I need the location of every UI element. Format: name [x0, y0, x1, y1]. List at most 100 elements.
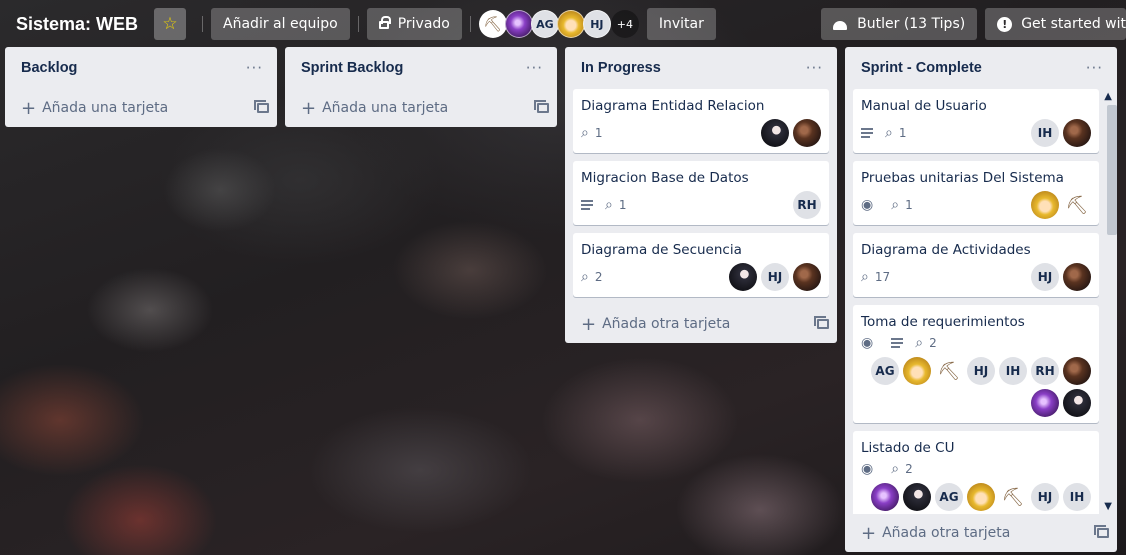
- attachment-count: 1: [594, 126, 603, 140]
- paperclip-icon: ⌕: [605, 197, 613, 213]
- card-title: Manual de Usuario: [861, 98, 987, 114]
- member-avatar[interactable]: ⛏: [478, 10, 507, 38]
- member-avatar[interactable]: [1063, 389, 1091, 417]
- privacy-button[interactable]: Privado: [366, 8, 462, 40]
- card[interactable]: Diagrama de Secuencia ⌕ 2 HJ: [573, 233, 829, 297]
- member-avatar[interactable]: [1063, 119, 1091, 147]
- card-template-icon[interactable]: [254, 100, 269, 113]
- list-in-progress: In Progress ··· Diagrama Entidad Relacio…: [565, 47, 837, 343]
- get-started-button[interactable]: ! Get started wit: [985, 8, 1126, 40]
- header-separator: [202, 16, 204, 32]
- member-avatar[interactable]: HJ: [1031, 263, 1059, 291]
- member-avatar[interactable]: HJ: [582, 10, 611, 38]
- member-avatar[interactable]: [967, 483, 995, 511]
- member-avatar[interactable]: RH: [793, 191, 821, 219]
- add-card-button[interactable]: + Añada una tarjeta: [285, 89, 557, 127]
- card-list: Diagrama Entidad Relacion ⌕ 1 Migracion B…: [565, 89, 837, 297]
- member-avatar[interactable]: IH: [1031, 119, 1059, 147]
- add-card-button[interactable]: + Añada otra tarjeta: [845, 514, 1117, 552]
- card[interactable]: Toma de requerimientos ◉ ⌕ 2 AG ⛏ HJ IH R…: [853, 305, 1099, 423]
- list-menu-icon[interactable]: ···: [800, 59, 829, 77]
- member-avatar[interactable]: HJ: [1031, 483, 1059, 511]
- list-header[interactable]: Backlog ···: [5, 47, 277, 89]
- member-avatar[interactable]: [903, 357, 931, 385]
- add-to-team-button[interactable]: Añadir al equipo: [211, 8, 350, 40]
- member-avatar[interactable]: [1063, 263, 1091, 291]
- board-title[interactable]: Sistema: WEB: [16, 14, 138, 35]
- eye-icon: ◉: [861, 197, 874, 213]
- info-icon: !: [997, 16, 1013, 32]
- member-avatar[interactable]: HJ: [761, 263, 789, 291]
- butler-button[interactable]: Butler (13 Tips): [821, 8, 978, 40]
- list-header[interactable]: In Progress ···: [565, 47, 837, 89]
- attachment-badge: ⌕ 17: [861, 269, 890, 285]
- list-title[interactable]: In Progress: [581, 60, 661, 76]
- list-menu-icon[interactable]: ···: [520, 59, 549, 77]
- member-avatar[interactable]: [504, 10, 533, 38]
- add-card-button[interactable]: + Añada otra tarjeta: [565, 305, 837, 343]
- more-members-button[interactable]: +4: [610, 10, 639, 38]
- member-avatar[interactable]: [1031, 191, 1059, 219]
- member-avatar[interactable]: ⛏: [935, 357, 963, 385]
- paperclip-icon: ⌕: [581, 269, 589, 285]
- list-menu-icon[interactable]: ···: [1080, 59, 1109, 77]
- member-avatar[interactable]: IH: [1063, 483, 1091, 511]
- invite-button[interactable]: Invitar: [646, 8, 716, 40]
- member-avatar[interactable]: AG: [935, 483, 963, 511]
- member-avatar[interactable]: [793, 119, 821, 147]
- add-card-label: Añada otra tarjeta: [882, 525, 1011, 541]
- star-icon: ☆: [162, 13, 178, 34]
- card-title: Pruebas unitarias Del Sistema: [861, 170, 1064, 186]
- attachment-badge: ⌕ 1: [605, 197, 626, 213]
- list-header[interactable]: Sprint Backlog ···: [285, 47, 557, 89]
- member-avatar[interactable]: HJ: [967, 357, 995, 385]
- member-avatar[interactable]: AG: [871, 357, 899, 385]
- description-badge: [861, 128, 873, 138]
- member-avatar[interactable]: AG: [530, 10, 559, 38]
- card[interactable]: Manual de Usuario ⌕ 1 IH: [853, 89, 1099, 153]
- card[interactable]: Listado de CU ◉ ⌕ 2 AG ⛏ HJ IH: [853, 431, 1099, 514]
- eye-icon: ◉: [861, 461, 874, 477]
- butler-icon: [833, 20, 848, 30]
- list-title[interactable]: Backlog: [21, 60, 77, 76]
- card-template-icon[interactable]: [814, 316, 829, 329]
- list-title[interactable]: Sprint Backlog: [301, 60, 403, 76]
- list-scrollbar[interactable]: ▲ ▼: [1104, 91, 1117, 512]
- card-template-icon[interactable]: [534, 100, 549, 113]
- paperclip-icon: ⌕: [891, 197, 900, 213]
- member-avatar[interactable]: [729, 263, 757, 291]
- list-menu-icon[interactable]: ···: [240, 59, 269, 77]
- card[interactable]: Diagrama de Actividades ⌕ 17 HJ: [853, 233, 1099, 297]
- card-template-icon[interactable]: [1094, 525, 1109, 538]
- member-avatar[interactable]: ⛏: [1063, 191, 1091, 219]
- member-avatar[interactable]: [761, 119, 789, 147]
- attachment-badge: ⌕ 2: [581, 269, 602, 285]
- member-avatar[interactable]: [903, 483, 931, 511]
- plus-icon: +: [861, 522, 877, 544]
- scroll-thumb[interactable]: [1107, 105, 1117, 235]
- privacy-label: Privado: [397, 16, 450, 32]
- header-separator: [469, 16, 471, 32]
- description-badge: [891, 338, 904, 348]
- attachment-count: 1: [618, 198, 627, 212]
- card[interactable]: Migracion Base de Datos ⌕ 1 RH: [573, 161, 829, 225]
- list-header[interactable]: Sprint - Complete ···: [845, 47, 1117, 89]
- member-avatar[interactable]: [793, 263, 821, 291]
- member-avatar[interactable]: [871, 483, 899, 511]
- member-avatar[interactable]: [1031, 389, 1059, 417]
- member-avatar[interactable]: [556, 10, 585, 38]
- member-avatar[interactable]: [1063, 357, 1091, 385]
- butler-label: Butler (13 Tips): [857, 16, 966, 32]
- scroll-down-icon[interactable]: ▼: [1104, 501, 1112, 512]
- member-avatar[interactable]: IH: [999, 357, 1027, 385]
- card-title: Diagrama de Secuencia: [581, 242, 742, 258]
- star-button[interactable]: ☆: [154, 8, 187, 40]
- list-title[interactable]: Sprint - Complete: [861, 60, 982, 76]
- scroll-up-icon[interactable]: ▲: [1104, 91, 1112, 102]
- card[interactable]: Diagrama Entidad Relacion ⌕ 1: [573, 89, 829, 153]
- member-avatar[interactable]: ⛏: [999, 483, 1027, 511]
- attachment-badge: ⌕ 2: [891, 461, 912, 477]
- card[interactable]: Pruebas unitarias Del Sistema ◉ ⌕ 1 ⛏: [853, 161, 1099, 225]
- member-avatar[interactable]: RH: [1031, 357, 1059, 385]
- add-card-button[interactable]: + Añada una tarjeta: [5, 89, 277, 127]
